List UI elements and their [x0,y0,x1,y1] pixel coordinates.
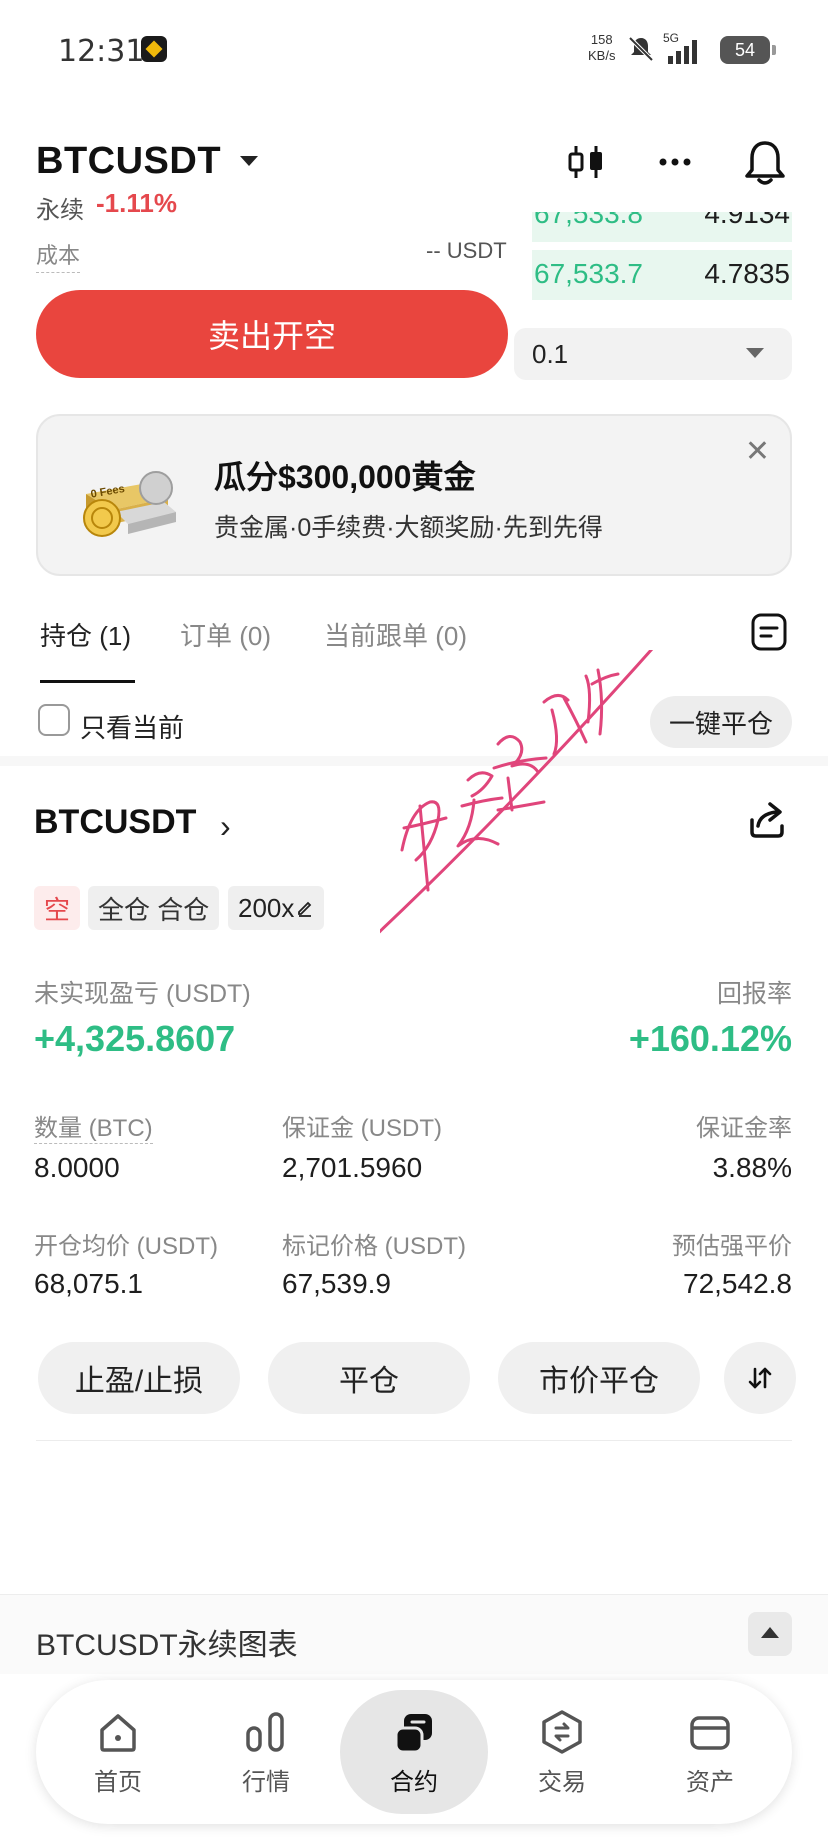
nav-label: 资产 [686,1768,734,1796]
chevron-down-icon [746,348,764,358]
liquidation-price-label: 预估强平价 [672,1233,792,1260]
more-icon[interactable] [653,140,697,184]
leverage-tag[interactable]: 200x [228,886,325,930]
orderbook-row[interactable]: 67,533.8 4.9134 [532,212,792,242]
wallet-icon [690,1715,730,1750]
entry-price-value: 68,075.1 [34,1268,143,1299]
status-time: 12:31 [58,34,145,69]
trade-icon [542,1709,582,1754]
home-icon [100,1713,136,1752]
reverse-position-button[interactable] [724,1342,796,1414]
leverage-value: 200x [238,892,295,923]
mark-price-label: 标记价格 (USDT) [282,1233,466,1260]
orderbook-price: 67,533.8 [534,212,643,229]
symbol-dropdown-icon[interactable] [240,156,258,166]
nav-item-home[interactable]: 首页 [48,1680,188,1824]
futures-icon [394,1713,432,1753]
only-current-checkbox[interactable] [38,704,70,736]
chart-section-title[interactable]: BTCUSDT永续图表 [36,1620,298,1664]
bottom-nav: 首页 行情 合约 交易 资产 [36,1680,792,1824]
close-all-button[interactable]: 一键平仓 [650,696,792,748]
tp-sl-button[interactable]: 止盈/止损 [38,1342,240,1414]
network-speed-value: 158 [590,32,613,47]
binance-notification-icon [141,36,167,62]
tab-positions[interactable]: 持仓 (1) [40,616,131,653]
orderbook-qty: 4.7835 [704,258,790,289]
margin-label: 保证金 (USDT) [282,1115,442,1142]
margin-mode-tag: 全仓 合仓 [88,886,220,930]
nav-label: 首页 [94,1768,142,1796]
only-current-label: 只看当前 [80,713,185,743]
orderbook-row[interactable]: 67,533.7 4.7835 [532,250,792,300]
edit-icon [298,901,312,917]
roe-label: 回报率 [716,980,792,1008]
margin-value: 2,701.5960 [282,1152,423,1183]
orderbook-price: 67,533.7 [534,258,643,289]
banner-subtitle: 贵金属·0手续费·大额奖励·先到先得 [214,514,603,542]
bell-icon[interactable] [742,138,788,188]
share-icon[interactable] [746,798,788,840]
chevron-right-icon[interactable]: › [220,808,231,845]
nav-item-assets[interactable]: 资产 [640,1680,780,1824]
nav-label: 行情 [242,1768,290,1796]
signal-icon [668,38,697,64]
roe-value: +160.12% [628,1018,792,1059]
nav-item-markets[interactable]: 行情 [196,1680,336,1824]
quantity-value: 8.0000 [34,1152,120,1183]
network-speed: 158 KB/s [588,32,615,64]
nav-label: 交易 [538,1768,586,1796]
swap-arrows-icon [748,1367,772,1389]
tab-orders[interactable]: 订单 (0) [180,616,271,653]
symbol-title[interactable]: BTCUSDT [36,140,221,183]
unrealized-pnl-value: +4,325.8607 [34,1018,236,1059]
promo-banner[interactable]: 0 Fees 瓜分$300,000黄金 贵金属·0手续费·大额奖励·先到先得 ✕ [36,414,792,576]
quantity-value: 0.1 [532,338,569,369]
entry-price-label: 开仓均价 (USDT) [34,1233,218,1260]
nav-item-futures[interactable]: 合约 [344,1680,484,1824]
nav-label: 合约 [390,1768,438,1796]
network-speed-unit: KB/s [588,48,616,63]
cost-value: -- USDT [426,238,507,263]
mark-price-value: 67,539.9 [282,1268,391,1299]
history-icon[interactable] [750,612,788,652]
contract-type: 永续 [36,197,84,224]
quantity-label: 数量 (BTC) [34,1108,153,1144]
close-icon[interactable]: ✕ [745,434,770,469]
liquidation-price-value: 72,542.8 [683,1268,792,1299]
market-close-button[interactable]: 市价平仓 [498,1342,700,1414]
tab-copy-trades[interactable]: 当前跟单 (0) [324,616,467,653]
tab-underline [40,680,135,683]
card-divider [36,1440,792,1441]
quantity-select[interactable]: 0.1 [514,328,792,380]
banner-title: 瓜分$300,000黄金 [214,459,476,495]
position-symbol[interactable]: BTCUSDT [34,803,196,842]
sell-open-short-button[interactable]: 卖出开空 [36,290,508,378]
nav-item-trade[interactable]: 交易 [492,1680,632,1824]
gold-bars-icon: 0 Fees [83,471,176,537]
orderbook-qty: 4.9134 [704,212,790,229]
margin-ratio-label: 保证金率 [696,1115,792,1142]
side-tag: 空 [34,886,81,930]
cost-label: 成本 [36,238,81,273]
price-change: -1.11% [96,188,177,218]
margin-ratio-value: 3.88% [712,1152,792,1183]
mute-icon [628,36,654,62]
chevron-up-icon[interactable] [748,1612,792,1656]
candlestick-icon[interactable] [564,140,608,184]
unrealized-pnl-label: 未实现盈亏 (USDT) [34,980,251,1008]
handwritten-signature [380,650,654,934]
markets-icon [246,1711,284,1752]
close-position-button[interactable]: 平仓 [268,1342,470,1414]
battery-indicator: 54 [720,36,776,64]
